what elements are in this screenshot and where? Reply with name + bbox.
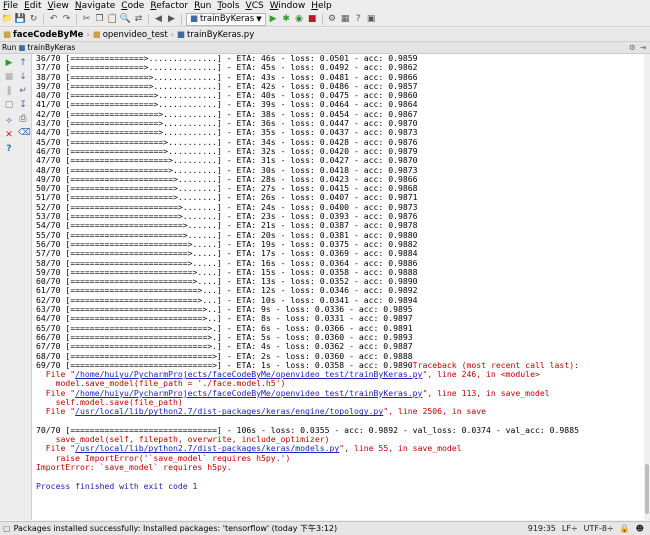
breadcrumb-project-label: faceCodeByMe [13, 29, 84, 40]
console-line-text: ImportError: `save_model` requires h5py. [36, 462, 232, 473]
copy-icon[interactable]: ❐ [94, 14, 105, 25]
folder-icon: ■ [3, 29, 12, 40]
menu-item-refactor[interactable]: Refactor [147, 0, 191, 12]
print-icon[interactable]: ⎙ [18, 114, 28, 124]
menu-item-tools[interactable]: Tools [214, 0, 242, 12]
rerun-icon[interactable]: ▶ [4, 58, 14, 68]
toolbar-separator [181, 13, 182, 25]
status-message[interactable]: Packages installed successfully: Install… [14, 523, 338, 534]
hide-icon[interactable]: ⇥ [640, 43, 646, 52]
replace-icon[interactable]: ⇄ [133, 14, 144, 25]
run-console-output[interactable]: 36/70 [===============>..............] -… [32, 54, 644, 520]
console-line-tail: ", line 113, in save_model [422, 387, 550, 398]
run-icon[interactable]: ▶ [268, 14, 279, 25]
console-line: File "/usr/local/lib/python2.7/dist-pack… [32, 407, 644, 416]
breadcrumb: ■ faceCodeByMe › ■ openvideo_test › ■ tr… [0, 28, 650, 42]
status-bar: ▢ Packages installed successfully: Insta… [0, 521, 650, 535]
console-line-tail: ", line 246, in <module> [422, 369, 540, 380]
toolbar-separator [76, 13, 77, 25]
close-icon[interactable]: ✕ [4, 130, 14, 140]
stop-icon[interactable]: ■ [307, 14, 318, 25]
folder-icon: ■ [92, 29, 101, 40]
scrollbar-thumb[interactable] [645, 464, 649, 514]
sync-icon[interactable]: ↻ [28, 14, 39, 25]
coverage-icon[interactable]: ◉ [294, 14, 305, 25]
cursor-position[interactable]: 919:35 [528, 524, 556, 533]
redo-icon[interactable]: ↷ [61, 14, 72, 25]
python-file-icon: ■ [176, 29, 185, 40]
run-tab-prefix: Run [2, 43, 17, 52]
python-icon: ■ [18, 43, 26, 52]
toolbar-separator [321, 13, 323, 25]
paste-icon[interactable]: 📋 [107, 14, 118, 25]
toolbar-separator [148, 13, 149, 25]
event-log-icon[interactable]: ▢ [0, 524, 14, 533]
breadcrumb-file-label: trainByKeras.py [186, 29, 255, 40]
toolbar-separator [43, 13, 44, 25]
menu-item-help[interactable]: Help [308, 0, 335, 12]
help-icon[interactable]: ? [4, 144, 14, 154]
restore-layout-icon[interactable]: ▢ [4, 100, 14, 110]
save-icon[interactable]: 💾 [15, 14, 26, 25]
help-icon[interactable]: ? [353, 14, 364, 25]
soft-wrap-icon[interactable]: ↵ [18, 86, 28, 96]
pin-icon[interactable]: ⟡ [4, 116, 14, 126]
run-tool-window-header: Run ■ trainByKeras ⚙ ⇥ [0, 42, 650, 54]
chevron-down-icon: ▼ [256, 15, 262, 23]
stop-icon[interactable]: ■ [4, 72, 14, 82]
cut-icon[interactable]: ✂ [81, 14, 92, 25]
scroll-down-icon[interactable]: ↓ [18, 72, 28, 82]
forward-icon[interactable]: ▶ [166, 14, 177, 25]
python-icon: ■ [190, 14, 199, 24]
toolbar: 📁 💾 ↻ ↶ ↷ ✂ ❐ 📋 🔍 ⇄ ◀ ▶ ■ trainByKeras ▼… [0, 12, 650, 27]
menu-item-edit[interactable]: Edit [21, 0, 44, 12]
run-configuration-label: trainByKeras [200, 14, 255, 24]
run-toolbar: ▶ ↑ ■ ↓ ❚ ↵ ▢ ↧ ⟡ ⎙ ✕ ⌫ ? [0, 54, 32, 520]
console-line: Process finished with exit code 1 [32, 480, 644, 491]
back-icon[interactable]: ◀ [153, 14, 164, 25]
undo-icon[interactable]: ↶ [48, 14, 59, 25]
menu-item-navigate[interactable]: Navigate [72, 0, 118, 12]
menu-item-code[interactable]: Code [118, 0, 147, 12]
console-line-text: Process finished with exit code 1 [36, 480, 198, 491]
find-icon[interactable]: 🔍 [120, 14, 131, 25]
gear-icon[interactable]: ⚙ [629, 43, 636, 52]
scroll-up-icon[interactable]: ↑ [18, 58, 28, 68]
breadcrumb-project[interactable]: ■ faceCodeByMe [0, 28, 86, 41]
open-folder-icon[interactable]: 📁 [2, 14, 13, 25]
breadcrumb-folder[interactable]: ■ openvideo_test [90, 28, 171, 41]
python-console-icon[interactable]: ▣ [366, 14, 377, 25]
run-tab-name[interactable]: trainByKeras [25, 43, 75, 52]
console-line-text: File " [36, 406, 76, 417]
console-line-tail: ", line 55, in save_model [339, 443, 462, 454]
lock-icon[interactable]: 🔒 [620, 524, 630, 533]
console-scrollbar[interactable] [644, 54, 650, 520]
console-line: ImportError: `save_model` requires h5py. [32, 462, 644, 473]
breadcrumb-folder-label: openvideo_test [102, 29, 168, 40]
debug-icon[interactable]: ✱ [281, 14, 292, 25]
line-separator[interactable]: LF÷ [562, 524, 578, 533]
scroll-to-end-icon[interactable]: ↧ [18, 100, 28, 110]
menu-bar: File Edit View Navigate Code Refactor Run Tools… [0, 0, 650, 12]
console-line-tail: ", line 2506, in save [383, 406, 487, 417]
run-configuration-select[interactable]: ■ trainByKeras ▼ [186, 12, 266, 26]
settings-icon[interactable]: ⚙ [327, 14, 338, 25]
menu-item-run[interactable]: Run [191, 0, 214, 12]
menu-item-window[interactable]: Window [267, 0, 309, 12]
structure-icon[interactable]: ▦ [340, 14, 351, 25]
traceback-file-link[interactable]: /usr/local/lib/python2.7/dist-packages/k… [75, 406, 383, 416]
pause-icon[interactable]: ❚ [4, 86, 14, 96]
menu-item-vcs[interactable]: VCS [243, 0, 267, 12]
file-encoding[interactable]: UTF-8÷ [584, 524, 614, 533]
breadcrumb-file[interactable]: ■ trainByKeras.py [174, 28, 257, 41]
inspector-icon[interactable]: ☻ [636, 524, 644, 533]
menu-item-view[interactable]: View [45, 0, 72, 12]
trash-icon[interactable]: ⌫ [18, 128, 31, 138]
menu-item-file[interactable]: File [0, 0, 21, 12]
